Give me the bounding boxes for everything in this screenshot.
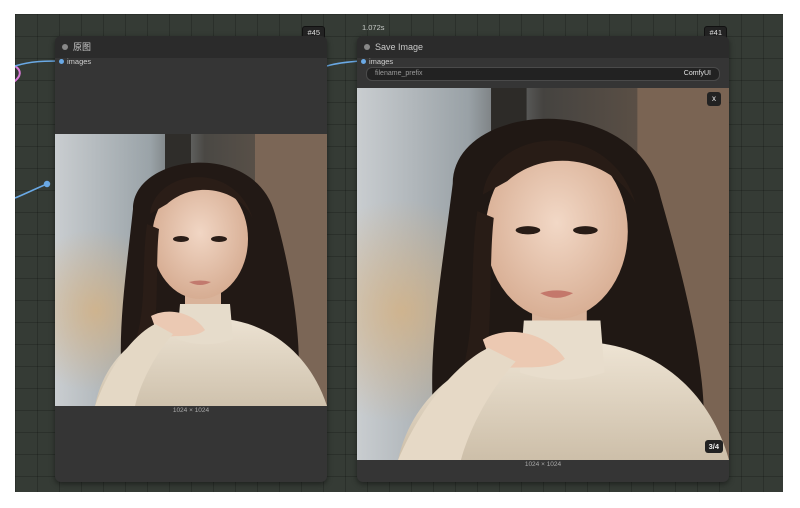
node-title-bar[interactable]: Save Image bbox=[357, 36, 729, 58]
widget-label: filename_prefix bbox=[375, 70, 423, 77]
image-counter: 3/4 bbox=[704, 440, 723, 453]
execution-time: 1.072s bbox=[362, 23, 385, 32]
input-slot-dot-icon[interactable] bbox=[361, 59, 366, 64]
node-title: Save Image bbox=[375, 42, 424, 52]
input-slot-label: images bbox=[369, 57, 394, 66]
portrait-image bbox=[55, 134, 327, 406]
link-lower-left bbox=[15, 183, 48, 199]
image-preview[interactable]: x 3/4 bbox=[357, 88, 729, 460]
node-title-bar[interactable]: 原图 bbox=[55, 36, 327, 58]
input-slot-dot-icon[interactable] bbox=[59, 59, 64, 64]
portrait-image bbox=[357, 88, 729, 460]
collapse-dot-icon[interactable] bbox=[364, 44, 370, 50]
link-pink bbox=[15, 65, 21, 83]
image-dimensions: 1024 × 1024 bbox=[524, 461, 562, 468]
graph-canvas[interactable]: #45 原图 images 1024 × 1024 1.072s #41 Sav… bbox=[15, 14, 783, 492]
collapse-dot-icon[interactable] bbox=[62, 44, 68, 50]
filename-prefix-widget[interactable]: filename_prefix ComfyUI bbox=[366, 67, 720, 81]
link-reroute-dot bbox=[43, 180, 51, 188]
widget-value: ComfyUI bbox=[683, 70, 711, 77]
image-dimensions: 1024 × 1024 bbox=[172, 407, 210, 414]
save-image-node[interactable]: #41 Save Image images filename_prefix Co… bbox=[357, 26, 729, 482]
link-images-right bbox=[326, 60, 362, 67]
preview-node-original[interactable]: #45 原图 images 1024 × 1024 bbox=[55, 26, 327, 482]
input-slot-label: images bbox=[67, 57, 92, 66]
close-preview-button[interactable]: x bbox=[707, 92, 721, 106]
node-title: 原图 bbox=[73, 42, 92, 52]
image-preview[interactable] bbox=[55, 134, 327, 406]
